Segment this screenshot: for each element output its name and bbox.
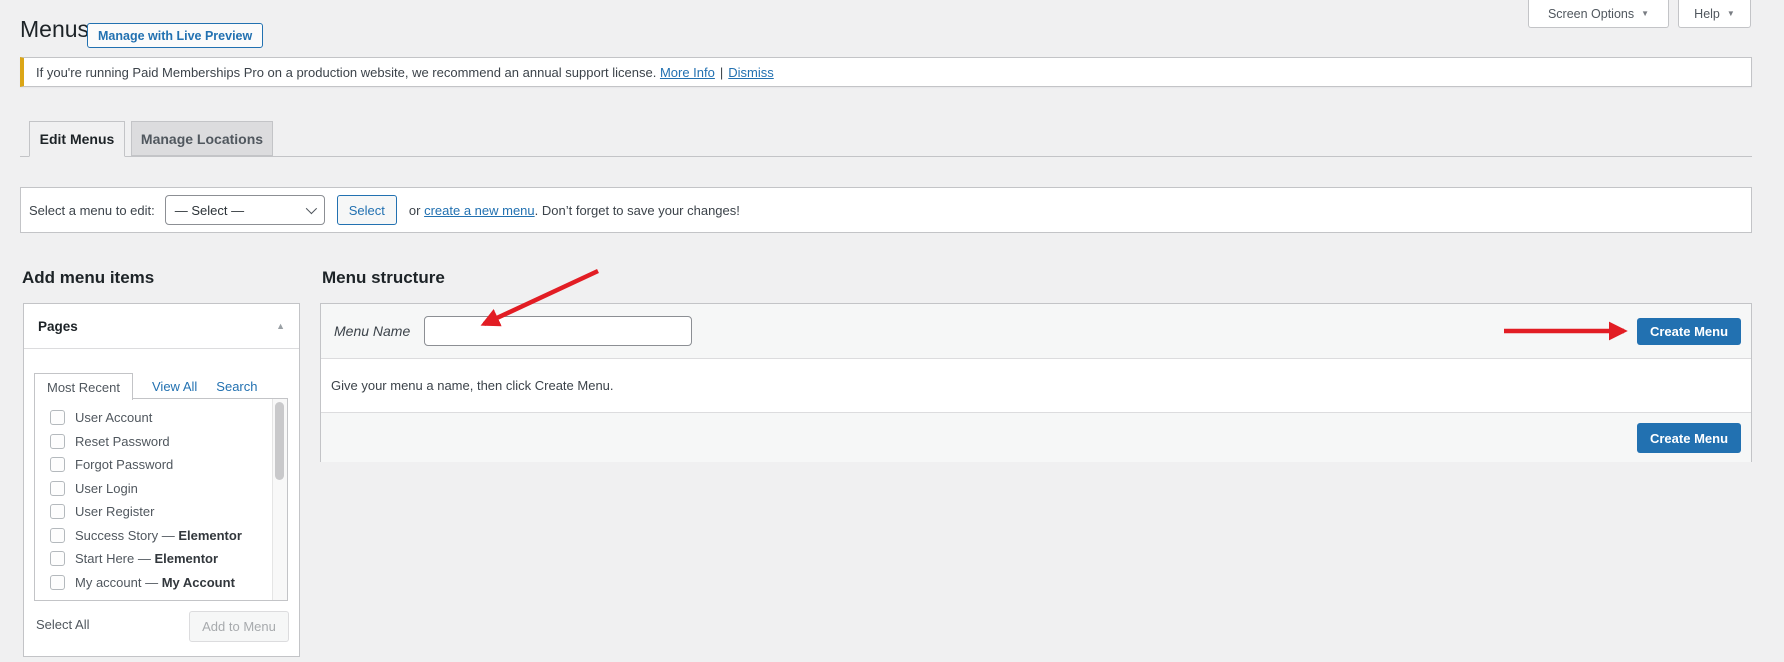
collapse-panel-icon: ▲ (276, 321, 285, 331)
menu-structure-body: Give your menu a name, then click Create… (321, 359, 1751, 412)
item-label: User Login (75, 481, 138, 496)
item-checkbox[interactable] (50, 457, 65, 472)
item-checkbox[interactable] (50, 551, 65, 566)
item-checkbox[interactable] (50, 410, 65, 425)
wordpress-menus-page: Screen Options ▼ Help ▼ Menus Manage wit… (0, 0, 1784, 662)
create-new-menu-link[interactable]: create a new menu (424, 203, 535, 218)
page-title: Menus (20, 16, 89, 43)
admin-notice: If you're running Paid Memberships Pro o… (20, 57, 1752, 87)
list-item: User Login (35, 477, 287, 501)
menu-select-dropdown[interactable]: — Select — (165, 195, 325, 225)
tab-search[interactable]: Search (216, 379, 257, 394)
item-label: Reset Password (75, 434, 170, 449)
menu-select-value: — Select — (175, 203, 244, 218)
list-item: Start Here — Elementor (35, 547, 287, 571)
screen-options-button[interactable]: Screen Options ▼ (1528, 0, 1669, 28)
pages-tab-bar: Most Recent View All Search (34, 373, 258, 400)
page-list: User Account Reset Password Forgot Passw… (35, 399, 287, 594)
tab-most-recent[interactable]: Most Recent (34, 373, 133, 400)
select-button[interactable]: Select (337, 195, 397, 225)
item-label: User Register (75, 504, 154, 519)
item-label: Forgot Password (75, 457, 173, 472)
tab-manage-locations[interactable]: Manage Locations (131, 121, 273, 156)
menu-select-bar: Select a menu to edit: — Select — Select… (20, 187, 1752, 233)
select-all-link[interactable]: Select All (36, 617, 89, 632)
menu-structure-heading: Menu structure (322, 268, 445, 288)
item-checkbox[interactable] (50, 434, 65, 449)
page-list-box: User Account Reset Password Forgot Passw… (34, 398, 288, 601)
or-create-text: or create a new menu. Don’t forget to sa… (409, 203, 740, 218)
list-item: User Account (35, 406, 287, 430)
manage-live-preview-button[interactable]: Manage with Live Preview (87, 23, 263, 48)
chevron-down-icon: ▼ (1727, 9, 1735, 18)
scrollbar-track[interactable] (272, 399, 287, 600)
tab-view-all[interactable]: View All (152, 379, 197, 394)
list-item: User Register (35, 500, 287, 524)
helper-text: Give your menu a name, then click Create… (331, 378, 614, 393)
add-to-menu-button[interactable]: Add to Menu (189, 611, 289, 642)
item-checkbox[interactable] (50, 528, 65, 543)
item-label: Success Story — Elementor (75, 528, 242, 543)
dismiss-link[interactable]: Dismiss (728, 65, 774, 80)
menu-structure-footer: Create Menu (321, 412, 1751, 462)
scrollbar-thumb[interactable] (275, 402, 284, 480)
create-menu-button[interactable]: Create Menu (1637, 318, 1741, 345)
list-item: Forgot Password (35, 453, 287, 477)
screen-options-label: Screen Options (1548, 7, 1634, 21)
list-item: My account — My Account (35, 571, 287, 595)
item-checkbox[interactable] (50, 575, 65, 590)
item-label: Start Here — Elementor (75, 551, 218, 566)
nav-tab-bar: Edit Menus Manage Locations (20, 121, 1752, 157)
list-item: Success Story — Elementor (35, 524, 287, 548)
menu-select-label: Select a menu to edit: (29, 203, 155, 218)
menu-structure-panel: Menu Name Create Menu Give your menu a n… (320, 303, 1752, 462)
item-label: User Account (75, 410, 152, 425)
chevron-down-icon (306, 203, 317, 214)
chevron-down-icon: ▼ (1641, 9, 1649, 18)
more-info-link[interactable]: More Info (660, 65, 715, 80)
create-menu-button[interactable]: Create Menu (1637, 423, 1741, 453)
item-label: My account — My Account (75, 575, 235, 590)
item-checkbox[interactable] (50, 481, 65, 496)
pages-panel-header[interactable]: Pages ▲ (24, 304, 299, 349)
help-label: Help (1694, 7, 1720, 21)
add-menu-items-heading: Add menu items (22, 268, 154, 288)
list-item: Reset Password (35, 430, 287, 454)
notice-separator: | (720, 65, 723, 80)
help-button[interactable]: Help ▼ (1678, 0, 1751, 28)
pages-panel-title: Pages (38, 319, 78, 334)
menu-name-label: Menu Name (334, 323, 410, 339)
pages-panel: Pages ▲ Most Recent View All Search User… (23, 303, 300, 657)
save-changes-text: . Don’t forget to save your changes! (535, 203, 740, 218)
notice-text: If you're running Paid Memberships Pro o… (36, 65, 656, 80)
menu-name-row: Menu Name Create Menu (321, 304, 1751, 359)
item-checkbox[interactable] (50, 504, 65, 519)
menu-name-input[interactable] (424, 316, 692, 346)
tab-edit-menus[interactable]: Edit Menus (29, 121, 125, 157)
